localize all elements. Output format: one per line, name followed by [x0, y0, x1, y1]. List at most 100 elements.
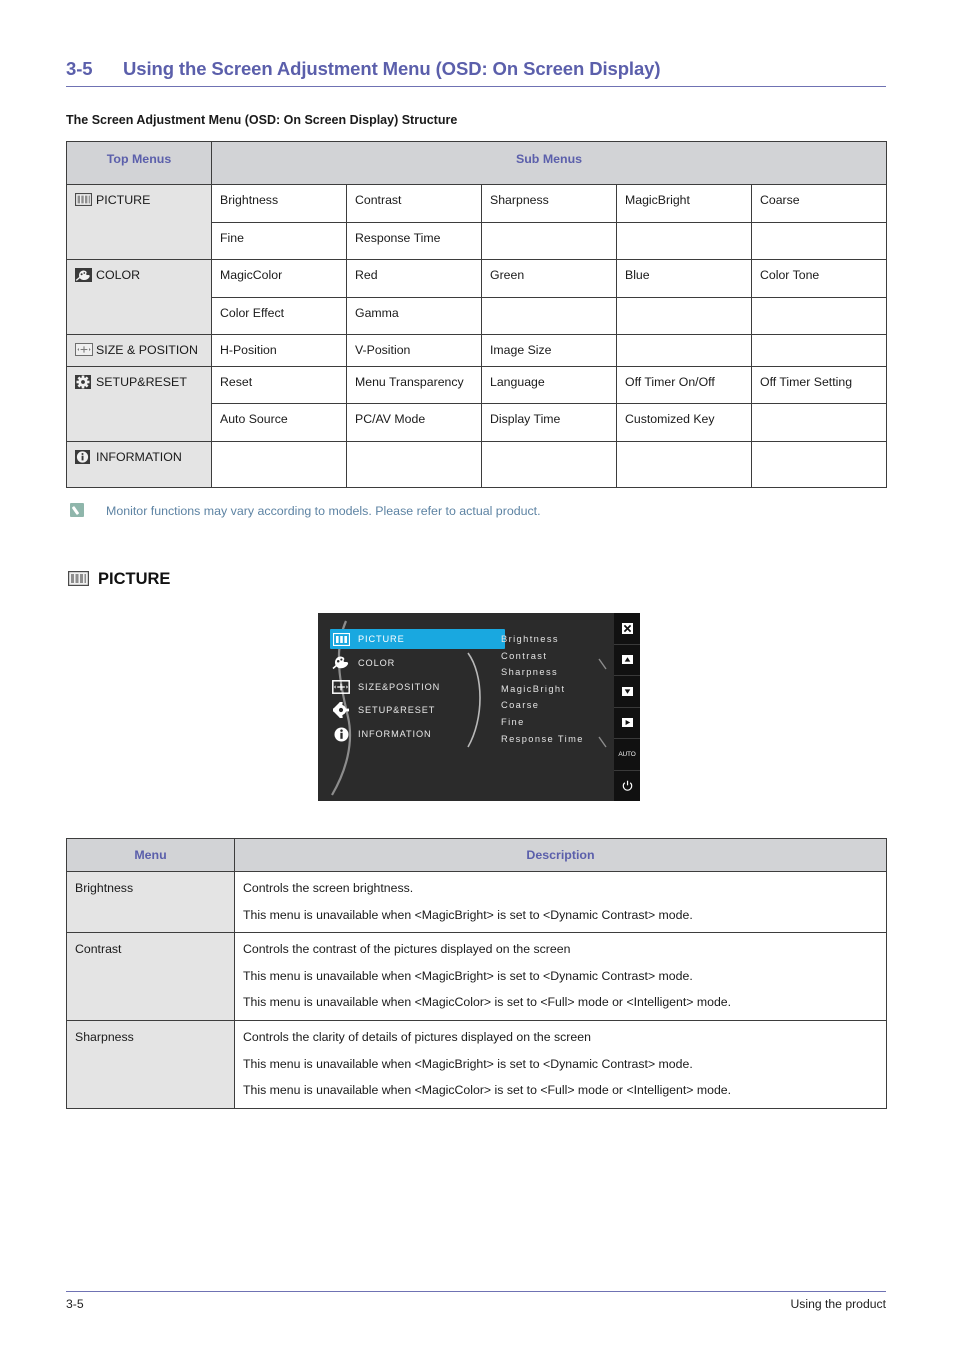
footer-divider: [66, 1291, 886, 1292]
osd-submenu-item[interactable]: Response Time: [501, 731, 613, 748]
sub-menu-cell: Red: [346, 259, 482, 298]
sub-menu-cell: Response Time: [346, 221, 482, 260]
top-menu-cell-setup-reset: SETUP&RESET: [66, 365, 212, 442]
description-text-cell: Controls the clarity of details of pictu…: [234, 1019, 887, 1109]
sub-menu-cell: [346, 440, 482, 488]
sub-menu-cell: [750, 221, 888, 260]
down-arrow-icon[interactable]: [614, 675, 640, 707]
picture-icon: [67, 570, 90, 591]
osd-menu-label: COLOR: [358, 657, 396, 668]
sub-menu-cell: [616, 221, 752, 260]
osd-main-menu-list: PICTURE COLOR SIZE&POSITION SETUP&RESET …: [330, 629, 505, 748]
sub-menu-cell: [211, 440, 347, 488]
osd-screenshot: PICTURE COLOR SIZE&POSITION SETUP&RESET …: [318, 613, 640, 801]
top-menu-cell-information: INFORMATION: [66, 440, 212, 488]
sub-menu-cell: H-Position: [211, 334, 347, 367]
sub-menu-cell: [481, 221, 617, 260]
osd-menu-label: SIZE&POSITION: [358, 681, 441, 692]
sub-menu-cell: Menu Transparency: [346, 365, 482, 405]
header-top-menus: Top Menus: [66, 141, 212, 185]
sub-menu-cell: [750, 440, 888, 488]
sub-menu-cell: [616, 296, 752, 335]
description-menu-name: Contrast: [66, 932, 235, 1021]
osd-menu-label: INFORMATION: [358, 729, 432, 740]
picture-icon: [330, 631, 352, 647]
sub-menu-cell: [481, 440, 617, 488]
picture-description-table: Menu Description Brightness Controls the …: [66, 838, 887, 1109]
osd-menu-item-picture[interactable]: PICTURE: [330, 629, 505, 649]
auto-button[interactable]: AUTO: [614, 738, 640, 770]
sub-menu-cell: Off Timer Setting: [750, 365, 888, 405]
page-footer: 3-5 Using the product: [66, 1297, 886, 1311]
sub-menu-cell: [750, 403, 888, 442]
top-menu-cell-color: COLOR: [66, 259, 212, 335]
osd-button-strip: AUTO: [614, 613, 640, 801]
size-position-icon: [75, 343, 93, 357]
table-row: SETUP&RESET Reset Menu Transparency Languag…: [66, 365, 888, 442]
sub-menu-cell: Customized Key: [616, 403, 752, 442]
description-menu-name: Brightness: [66, 870, 235, 934]
footer-chapter: Using the product: [790, 1297, 886, 1311]
osd-menu-item-information[interactable]: INFORMATION: [330, 724, 505, 744]
sub-menu-cell: Image Size: [481, 334, 617, 367]
sub-menu-cell: Coarse: [750, 184, 888, 223]
top-menu-label: PICTURE: [96, 193, 151, 207]
header-sub-menus: Sub Menus: [210, 141, 888, 185]
sub-menu-cell: Blue: [616, 259, 752, 298]
note-line: Monitor functions may vary according to …: [70, 503, 541, 518]
top-menu-label: INFORMATION: [96, 449, 182, 464]
sub-menu-cell: Reset: [211, 365, 347, 405]
sub-menu-cell: Contrast: [346, 184, 482, 223]
osd-menu-label: SETUP&RESET: [358, 705, 436, 716]
color-icon: [330, 655, 352, 671]
sub-menu-cell: Display Time: [481, 403, 617, 442]
description-line: Controls the clarity of details of pictu…: [243, 1029, 591, 1044]
picture-section-heading: PICTURE: [67, 570, 170, 591]
color-icon: [75, 268, 92, 282]
auto-button-label: AUTO: [618, 750, 636, 758]
table-row: Sharpness Controls the clarity of details…: [66, 1019, 887, 1109]
structure-subheading: The Screen Adjustment Menu (OSD: On Scre…: [66, 113, 458, 127]
description-text-cell: Controls the screen brightness. This menu…: [234, 870, 887, 934]
information-icon: [75, 449, 91, 464]
osd-submenu-item[interactable]: Contrast: [501, 648, 613, 665]
top-menu-label: SETUP&RESET: [96, 374, 187, 389]
note-pencil-icon: [70, 503, 84, 517]
sub-menu-cell: [750, 296, 888, 335]
osd-submenu-item[interactable]: Fine: [501, 714, 613, 731]
top-menu-cell-picture: PICTURE: [66, 184, 212, 260]
top-menu-cell-size-position: SIZE & POSITION: [66, 334, 212, 367]
right-arrow-icon[interactable]: [614, 706, 640, 739]
close-icon[interactable]: [614, 613, 640, 644]
osd-menu-item-color[interactable]: COLOR: [330, 653, 505, 673]
osd-submenu-item[interactable]: Sharpness: [501, 664, 613, 681]
up-arrow-icon[interactable]: [614, 643, 640, 676]
osd-menu-label: PICTURE: [358, 634, 405, 644]
osd-menu-item-size-position[interactable]: SIZE&POSITION: [330, 677, 505, 697]
header-menu: Menu: [66, 838, 235, 872]
information-icon: [330, 726, 352, 742]
sub-menu-cell: Fine: [211, 221, 347, 260]
osd-submenu-item[interactable]: MagicBright: [501, 681, 613, 698]
osd-submenu-list: Brightness Contrast Sharpness MagicBrigh…: [501, 631, 613, 747]
description-line: This menu is unavailable when <MagicColo…: [243, 995, 732, 1010]
header-description: Description: [234, 838, 887, 872]
sub-menu-cell: Auto Source: [211, 403, 347, 442]
sub-menu-cell: MagicBright: [616, 184, 752, 223]
page-title: 3-5 Using the Screen Adjustment Menu (OSD…: [66, 58, 886, 80]
top-menu-label: COLOR: [96, 268, 141, 282]
setup-reset-icon: [75, 374, 91, 389]
table-row: INFORMATION: [66, 440, 888, 488]
sub-menu-cell: V-Position: [346, 334, 482, 367]
picture-icon: [75, 193, 92, 207]
sub-menu-cell: Gamma: [346, 296, 482, 335]
table-row: PICTURE Brightness Contrast Sharpness MagicB…: [66, 184, 888, 260]
osd-submenu-item[interactable]: Coarse: [501, 697, 613, 714]
power-icon[interactable]: [614, 769, 640, 802]
description-menu-name: Sharpness: [66, 1019, 235, 1109]
osd-menu-item-setup-reset[interactable]: SETUP&RESET: [330, 700, 505, 720]
description-line: This menu is unavailable when <MagicBrig…: [243, 968, 693, 983]
sub-menu-cell: PC/AV Mode: [346, 403, 482, 442]
sub-menu-cell: Off Timer On/Off: [616, 365, 752, 405]
osd-submenu-item[interactable]: Brightness: [501, 631, 613, 648]
